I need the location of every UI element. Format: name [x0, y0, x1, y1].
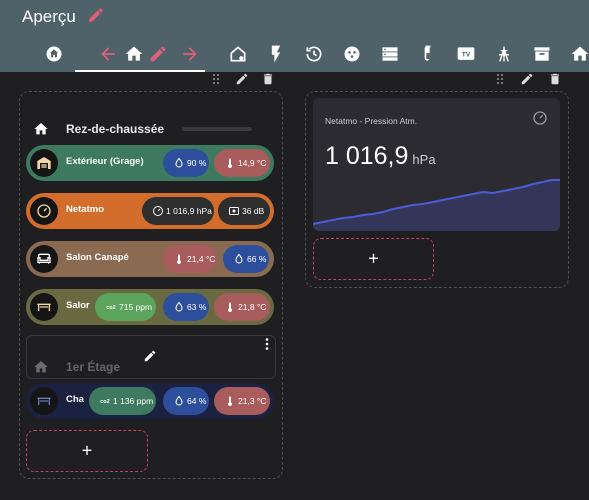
temperature-chip[interactable]: 14,9 °C	[214, 149, 270, 177]
room-title: 1er Étage	[66, 360, 121, 374]
drag-handle-icon[interactable]	[494, 72, 508, 86]
edit-column-pencil-icon[interactable]	[235, 72, 249, 86]
thermometer-icon	[224, 301, 236, 313]
sensor-row-label: Cha	[66, 394, 84, 405]
dashboard-icon[interactable]	[342, 44, 362, 64]
edit-room-pencil-icon[interactable]	[143, 349, 157, 363]
app-toolbar: Aperçu TV	[0, 0, 589, 72]
humidity-chip[interactable]: 64 %	[163, 387, 209, 415]
thermometer-icon	[173, 253, 185, 265]
home-icon[interactable]	[44, 44, 64, 64]
humidity-chip[interactable]: 63 %	[163, 293, 209, 321]
humidity-chip[interactable]: 90 %	[163, 149, 209, 177]
tv-icon[interactable]: TV	[456, 44, 476, 64]
home-icon	[33, 121, 49, 137]
flash-icon[interactable]	[266, 44, 286, 64]
sensor-row-label: Extérieur (Grage)	[66, 156, 144, 167]
humidity-chip[interactable]: 66 %	[223, 245, 269, 273]
thermometer-icon	[224, 395, 236, 407]
page-title: Aperçu	[22, 7, 76, 26]
sensor-row-salon-canape[interactable]: Salon Canapé 21,4 °C 66 %	[26, 241, 274, 277]
room-title: Rez-de-chaussée	[66, 122, 165, 136]
home-outline-icon[interactable]	[228, 44, 248, 64]
pencil-icon[interactable]	[148, 44, 168, 64]
co2-chip[interactable]: co2 1 136 ppm	[89, 387, 156, 415]
server-icon[interactable]	[380, 44, 400, 64]
delete-column-trash-icon[interactable]	[261, 72, 275, 86]
co2-icon: co2	[105, 301, 117, 313]
noise-chip[interactable]: 36 dB	[218, 197, 270, 225]
gauge-icon	[532, 110, 548, 126]
svg-text:TV: TV	[462, 52, 471, 59]
water-drop-icon	[173, 301, 185, 313]
temperature-chip[interactable]: 21,4 °C	[163, 245, 217, 273]
svg-text:co2: co2	[106, 305, 115, 311]
drag-handle-icon[interactable]	[210, 72, 224, 86]
gauge-icon	[152, 205, 164, 217]
water-drop-icon	[233, 253, 245, 265]
add-card-button[interactable]: +	[26, 430, 148, 472]
co2-icon: co2	[99, 395, 111, 407]
home-icon	[33, 359, 49, 375]
home-edit-icon[interactable]	[124, 44, 144, 64]
sensor-row-label: Netatmo	[66, 204, 105, 215]
sensor-row-exterieur[interactable]: Extérieur (Grage) 90 % 14,9 °C	[26, 145, 274, 181]
sofa-icon	[30, 245, 58, 273]
sensor-row-chambre[interactable]: Cha co2 1 136 ppm 64 % 21,3 °C	[26, 383, 274, 419]
card-unit: hPa	[412, 152, 436, 167]
add-card-button[interactable]: +	[313, 238, 434, 280]
test-tube-icon[interactable]	[418, 44, 438, 64]
edit-column-pencil-icon[interactable]	[520, 72, 534, 86]
temperature-chip[interactable]: 21,8 °C	[214, 293, 270, 321]
delete-column-trash-icon[interactable]	[548, 72, 562, 86]
water-drop-icon	[173, 157, 185, 169]
sound-icon	[228, 205, 240, 217]
pressure-chip[interactable]: 1 016,9 hPa	[142, 197, 214, 225]
pressure-sensor-card[interactable]: Netatmo - Pression Atm. 1 016,9 hPa	[313, 98, 560, 231]
edit-title-pencil-icon[interactable]	[87, 6, 105, 24]
sensor-row-label: Salor	[66, 300, 90, 311]
sensor-row-netatmo[interactable]: Netatmo 1 016,9 hPa 36 dB	[26, 193, 274, 229]
arrow-left-icon[interactable]	[98, 44, 118, 64]
table-icon	[30, 387, 58, 415]
svg-text:co2: co2	[100, 399, 109, 405]
card-value: 1 016,9 hPa	[325, 142, 436, 170]
thermometer-icon	[224, 157, 236, 169]
room-title-bar	[182, 127, 252, 131]
archive-icon[interactable]	[532, 44, 552, 64]
card-title: Netatmo - Pression Atm.	[325, 116, 418, 126]
temperature-chip[interactable]: 21,3 °C	[214, 387, 270, 415]
gauge-icon	[30, 197, 58, 225]
co2-chip[interactable]: co2 715 ppm	[95, 293, 156, 321]
arrow-right-icon[interactable]	[180, 44, 200, 64]
history-icon[interactable]	[304, 44, 324, 64]
antenna-icon[interactable]	[494, 44, 514, 64]
home-more-icon[interactable]	[570, 44, 589, 64]
sensor-row-salon[interactable]: Salor co2 715 ppm 63 % 21,8 °C	[26, 289, 274, 325]
sparkline-graph	[313, 179, 560, 231]
garage-icon	[30, 149, 58, 177]
more-vertical-icon[interactable]	[260, 337, 274, 351]
table-icon	[30, 293, 58, 321]
sensor-row-label: Salon Canapé	[66, 252, 129, 263]
water-drop-icon	[173, 395, 185, 407]
